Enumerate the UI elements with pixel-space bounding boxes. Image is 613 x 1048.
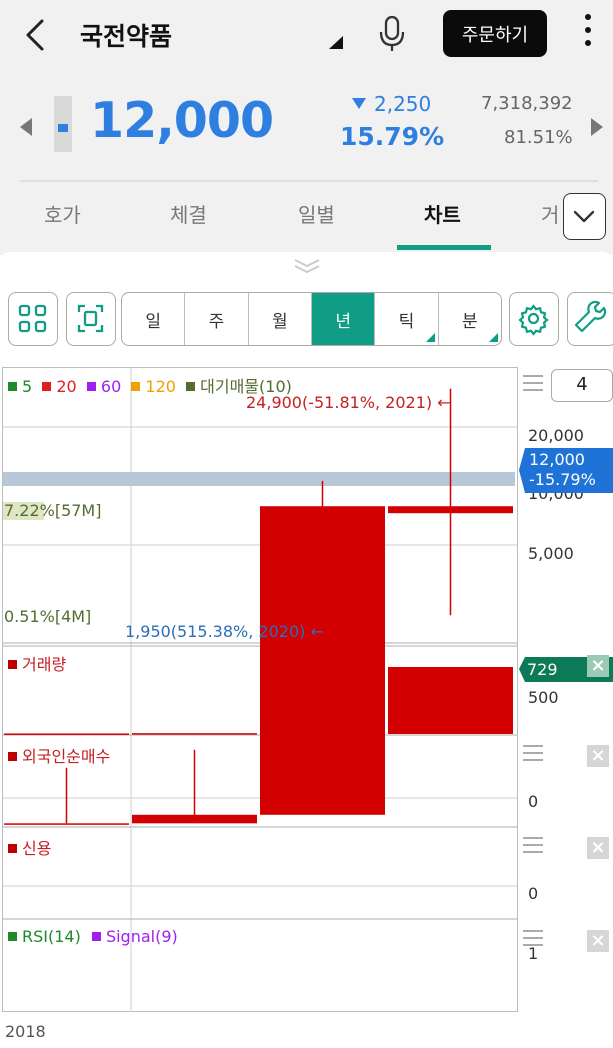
close-panel-icon[interactable]: × [587,745,609,767]
panel-menu-icon[interactable] [523,837,543,858]
left-arrow-icon: ← [437,393,451,412]
volume-bar [4,733,129,735]
y-tick: 5,000 [528,544,574,563]
price-line-band [3,472,515,486]
legend-item-ma120[interactable]: 120 [131,377,176,396]
close-panel-icon[interactable]: × [587,837,609,859]
volume-bars [4,667,513,735]
y-tick: 1 [528,944,539,963]
credit-legend: 신용 [8,835,51,859]
y-tick: 0 [528,884,539,903]
close-panel-icon[interactable]: × [587,655,609,677]
count-input[interactable]: 4 [551,369,613,402]
supply-bottom-label: 0.51%[4M] [4,607,92,626]
candle-body [260,506,385,815]
volume-tag: 729 [527,660,558,679]
volume-bar [388,667,513,734]
chart-canvas [3,368,517,1012]
y-tick: 500 [528,688,559,707]
price-tag: 12,000 -15.79% [529,450,596,489]
left-arrow-icon: ← [310,622,324,641]
x-axis-label: 2018 [5,1022,46,1041]
volume-bar [132,733,257,735]
volume-bar [260,728,385,734]
panel-menu-icon[interactable] [523,745,543,766]
rsi-legend: RSI(14) Signal(9) [8,927,178,946]
candle-body [388,506,513,514]
legend-item-ma60[interactable]: 60 [86,377,121,396]
low-price-label: 1,950(515.38%, 2020) ← [125,622,324,641]
panel-menu-icon[interactable] [523,375,543,396]
volume-legend: 거래량 [8,651,66,675]
legend-item-ma5[interactable]: 5 [8,377,32,396]
candle-body [4,823,129,825]
legend-item-ma20[interactable]: 20 [42,377,77,396]
foreign-legend: 외국인순매수 [8,743,110,767]
candle-body [132,814,257,824]
y-tick: 0 [528,792,539,811]
supply-top-label: 7.22%[57M] [4,501,102,520]
high-price-label: 24,900(-51.81%, 2021) ← [246,393,451,412]
y-tick: 20,000 [528,426,584,445]
close-panel-icon[interactable]: × [587,930,609,952]
